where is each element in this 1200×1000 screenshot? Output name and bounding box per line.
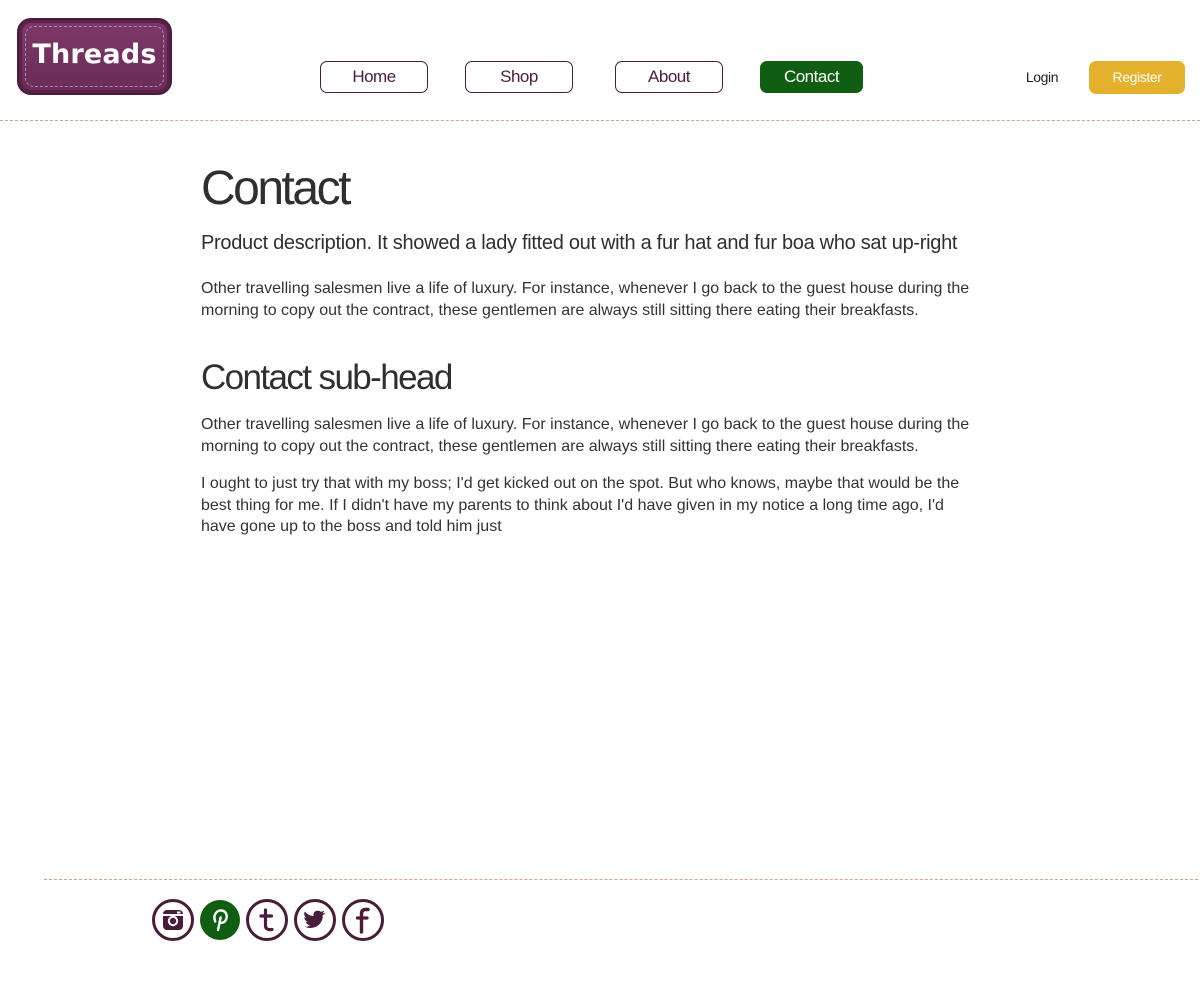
nav-contact-button[interactable]: Contact [760, 61, 863, 93]
main-content: Contact Product description. It showed a… [201, 160, 981, 538]
nav-about-button[interactable]: About [615, 61, 723, 93]
body-paragraph: Other travelling salesmen live a life of… [201, 416, 970, 455]
footer-divider [44, 879, 1198, 880]
login-link[interactable]: Login [1018, 66, 1066, 88]
pinterest-icon[interactable] [199, 899, 241, 941]
body-paragraph: Other travelling salesmen live a life of… [201, 280, 970, 319]
page-title: Contact [201, 162, 351, 215]
register-button[interactable]: Register [1089, 61, 1185, 94]
header-divider [0, 120, 1200, 121]
facebook-icon[interactable] [342, 899, 384, 941]
body-paragraph: I ought to just try that with my boss; I… [201, 475, 960, 535]
twitter-icon[interactable] [294, 899, 336, 941]
threads-logo[interactable]: Threads [17, 18, 172, 95]
lead-text: Product description. It showed a lady fi… [201, 232, 958, 254]
logo-text: Threads [32, 39, 157, 70]
nav-shop-button[interactable]: Shop [465, 61, 573, 93]
section-subhead: Contact sub-head [201, 358, 453, 397]
tumblr-icon[interactable] [246, 899, 288, 941]
site-header: Threads Home Shop About Contact Login Re… [0, 0, 1200, 121]
nav-home-button[interactable]: Home [320, 61, 428, 93]
instagram-icon[interactable] [152, 899, 194, 941]
